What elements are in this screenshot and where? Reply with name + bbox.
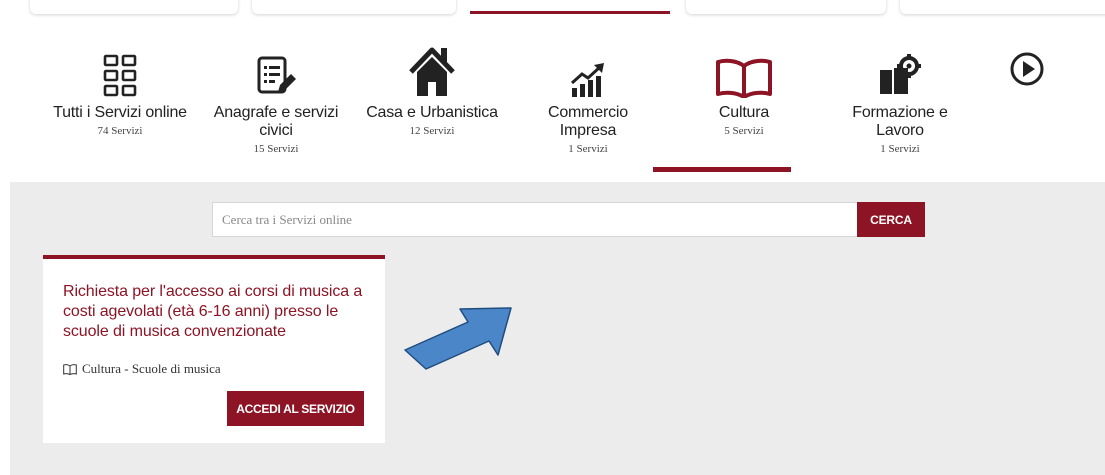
category-label: Tutti i Servizi online xyxy=(53,104,187,121)
next-arrow-button[interactable] xyxy=(967,40,1087,92)
category-anagrafe[interactable]: Anagrafe e servizi civici 15 Servizi xyxy=(206,40,346,155)
service-card: Richiesta per l'accesso ai corsi di musi… xyxy=(43,255,385,443)
top-tab[interactable] xyxy=(686,0,886,14)
category-count: 1 Servizi xyxy=(880,143,920,155)
book-small-icon xyxy=(63,363,77,375)
search-button[interactable]: CERCA xyxy=(857,202,925,237)
search-bar: CERCA xyxy=(212,202,925,237)
book-gear-icon xyxy=(830,40,970,98)
category-casa-urbanistica[interactable]: Casa e Urbanistica 12 Servizi xyxy=(362,40,502,137)
service-category: Cultura - Scuole di musica xyxy=(63,361,221,377)
play-circle-icon xyxy=(967,50,1087,86)
category-label: Formazione e Lavoro xyxy=(852,104,948,139)
category-count: 74 Servizi xyxy=(97,125,143,137)
category-commercio-impresa[interactable]: Commercio Impresa 1 Servizi xyxy=(518,40,658,155)
category-nav: Tutti i Servizi online 74 Servizi Anagra… xyxy=(30,40,1090,175)
service-title[interactable]: Richiesta per l'accesso ai corsi di musi… xyxy=(63,282,373,342)
services-panel: CERCA Richiesta per l'accesso ai corsi d… xyxy=(10,182,1105,475)
category-label: Anagrafe e servizi civici xyxy=(213,104,339,139)
category-formazione-lavoro[interactable]: Formazione e Lavoro 1 Servizi xyxy=(830,40,970,155)
search-input[interactable] xyxy=(212,202,857,237)
top-tab-active[interactable] xyxy=(470,0,670,14)
category-cultura[interactable]: Cultura 5 Servizi xyxy=(674,40,814,137)
book-icon xyxy=(674,40,814,98)
category-count: 1 Servizi xyxy=(568,143,608,155)
house-icon xyxy=(362,40,502,98)
grid-icon xyxy=(50,40,190,98)
category-count: 5 Servizi xyxy=(724,125,764,137)
category-tutti-servizi[interactable]: Tutti i Servizi online 74 Servizi xyxy=(50,40,190,137)
category-count: 12 Servizi xyxy=(409,125,455,137)
category-label: Cultura xyxy=(718,104,770,121)
access-service-button[interactable]: ACCEDI AL SERVIZIO xyxy=(227,391,364,426)
category-label: Commercio Impresa xyxy=(548,104,628,139)
document-edit-icon xyxy=(206,40,346,98)
top-tab[interactable] xyxy=(252,0,456,14)
top-tab[interactable] xyxy=(900,0,1105,14)
top-tab-bar xyxy=(0,0,1105,18)
top-tab[interactable] xyxy=(30,0,238,14)
pointer-arrow-icon xyxy=(404,307,512,370)
service-category-label: Cultura - Scuole di musica xyxy=(82,361,221,376)
category-label: Casa e Urbanistica xyxy=(366,104,498,121)
category-count: 15 Servizi xyxy=(253,143,299,155)
chart-up-icon xyxy=(518,40,658,98)
active-tab-indicator xyxy=(653,167,791,172)
